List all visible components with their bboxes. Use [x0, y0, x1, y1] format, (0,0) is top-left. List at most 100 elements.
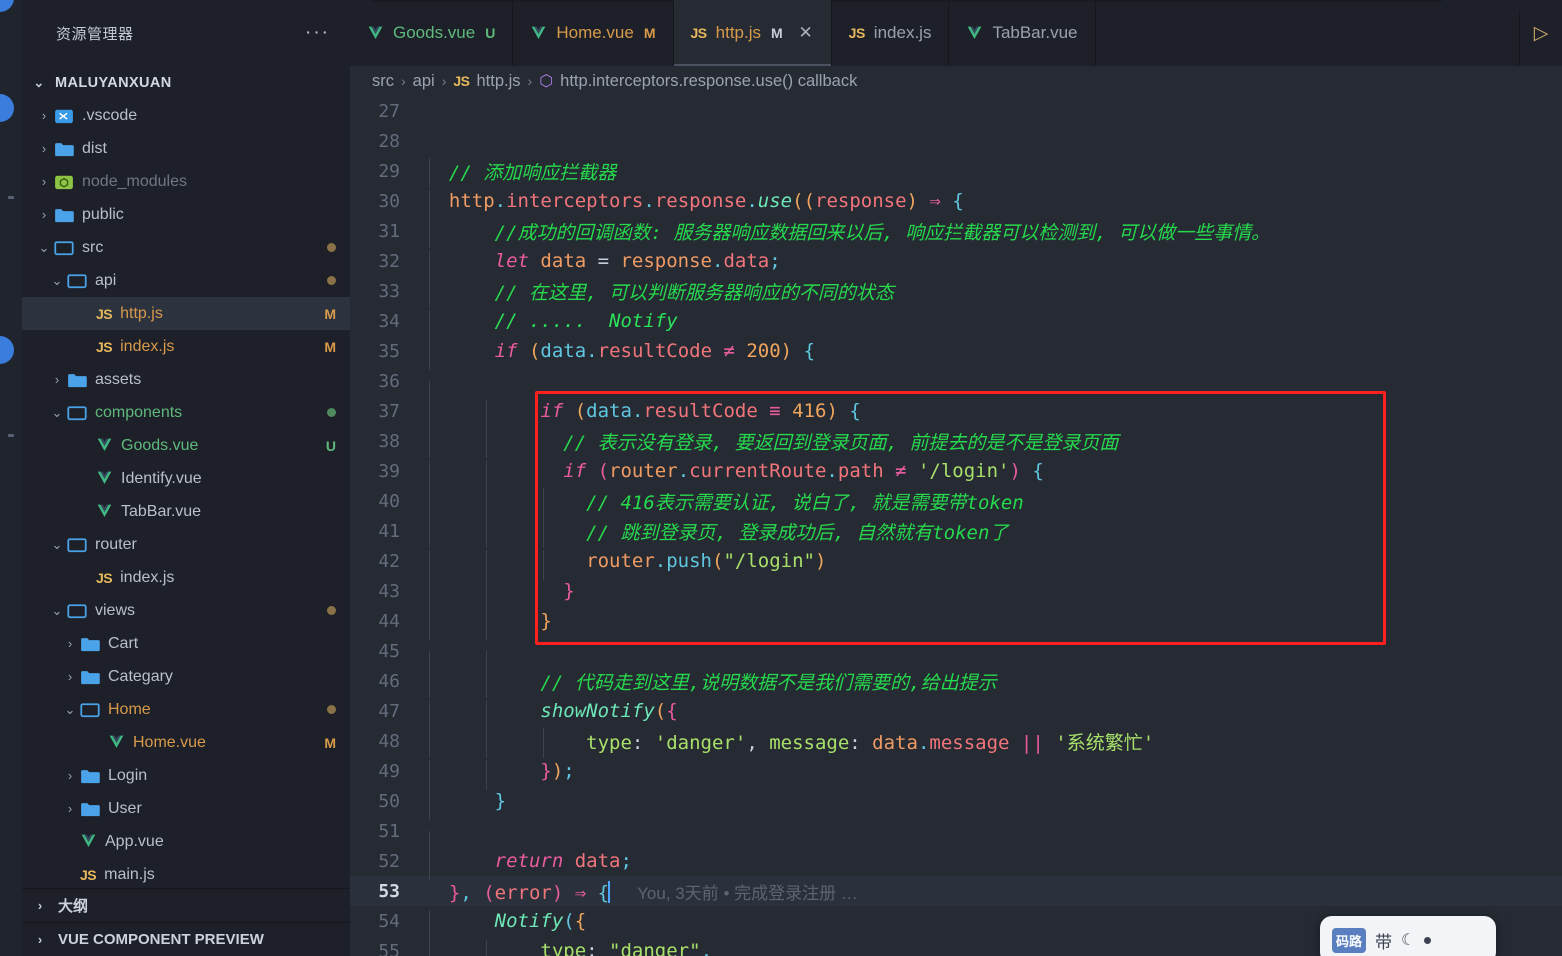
tree-item-public[interactable]: ›public — [22, 198, 350, 231]
indent-guide — [429, 158, 430, 188]
activity-badge-icon[interactable] — [0, 0, 14, 12]
code-line-48[interactable]: 48 type: 'danger', message: data.message… — [350, 726, 1562, 756]
chevron-right-icon[interactable]: › — [34, 141, 54, 156]
breadcrumb-part-0[interactable]: src — [372, 72, 394, 91]
tree-item-app-vue[interactable]: App.vue — [22, 825, 350, 858]
chevron-down-icon[interactable]: ⌄ — [47, 273, 67, 289]
tree-item-dist[interactable]: ›dist — [22, 132, 350, 165]
code-line-40[interactable]: 40 // 416表示需要认证, 说白了, 就是需要带token — [350, 486, 1562, 516]
code-line-51[interactable]: 51 — [350, 816, 1562, 846]
code-line-47[interactable]: 47 showNotify({ — [350, 696, 1562, 726]
breadcrumb-part-3[interactable]: http.interceptors.response.use() callbac… — [560, 72, 857, 91]
breadcrumb[interactable]: src›api›JShttp.js›⬡http.interceptors.res… — [350, 66, 1562, 96]
code-line-42[interactable]: 42 router.push("/login") — [350, 546, 1562, 576]
moon-icon[interactable]: ☾ — [1401, 930, 1415, 950]
code-line-33[interactable]: 33 // 在这里, 可以判断服务器响应的不同的状态 — [350, 276, 1562, 306]
tree-item--vscode[interactable]: ›.vscode — [22, 99, 350, 132]
tree-item-components[interactable]: ⌄components — [22, 396, 350, 429]
activity-badge-icon-3[interactable] — [0, 336, 14, 364]
editor-tab-index-js[interactable]: JSindex.js — [832, 0, 950, 66]
code-line-29[interactable]: 29 // 添加响应拦截器 — [350, 156, 1562, 186]
chevron-right-icon[interactable]: › — [30, 898, 50, 913]
chevron-right-icon[interactable]: › — [60, 768, 80, 783]
chevron-right-icon[interactable]: › — [34, 174, 54, 189]
tree-item-tabbar-vue[interactable]: TabBar.vue — [22, 495, 350, 528]
code-line-53[interactable]: 53 }, (error) ⇒ { You, 3天前 • 完成登录注册 … — [350, 876, 1562, 906]
breadcrumb-part-1[interactable]: api — [413, 72, 435, 91]
code-line-44[interactable]: 44 } — [350, 606, 1562, 636]
tree-item-views[interactable]: ⌄views — [22, 594, 350, 627]
sidebar-panel-vue-component-preview[interactable]: ›VUE COMPONENT PREVIEW — [22, 922, 350, 956]
code-line-28[interactable]: 28 — [350, 126, 1562, 156]
vue-icon — [530, 26, 547, 41]
chevron-right-icon[interactable]: › — [60, 669, 80, 684]
tree-item-login[interactable]: ›Login — [22, 759, 350, 792]
tree-item-index-js[interactable]: JSindex.jsM — [22, 330, 350, 363]
chevron-right-icon[interactable]: › — [30, 932, 50, 947]
code-line-39[interactable]: 39 if (router.currentRoute.path ≠ '/logi… — [350, 456, 1562, 486]
code-line-52[interactable]: 52 return data; — [350, 846, 1562, 876]
editor-tab-http-js[interactable]: JShttp.jsM✕ — [674, 0, 832, 66]
activity-bar[interactable] — [0, 66, 22, 956]
tree-item-main-js[interactable]: JSmain.js — [22, 858, 350, 888]
tree-item-user[interactable]: ›User — [22, 792, 350, 825]
activity-badge-icon-2[interactable] — [0, 94, 14, 122]
code-line-43[interactable]: 43 } — [350, 576, 1562, 606]
code-line-46[interactable]: 46 // 代码走到这里,说明数据不是我们需要的,给出提示 — [350, 666, 1562, 696]
tree-item-node_modules[interactable]: ›node_modules — [22, 165, 350, 198]
tree-item-cart[interactable]: ›Cart — [22, 627, 350, 660]
editor-tab-tabbar-vue[interactable]: TabBar.vue — [949, 0, 1095, 66]
explorer-more-actions-button[interactable]: ··· — [301, 28, 334, 38]
code-line-32[interactable]: 32 let data = response.data; — [350, 246, 1562, 276]
ime-dot-icon[interactable] — [1424, 937, 1431, 944]
line-number: 41 — [350, 521, 412, 542]
activity-tick-2-icon[interactable] — [8, 434, 14, 437]
chevron-right-icon[interactable]: › — [60, 636, 80, 651]
code-line-38[interactable]: 38 // 表示没有登录, 要返回到登录页面, 前提去的是不是登录页面 — [350, 426, 1562, 456]
vue-icon — [966, 26, 983, 41]
code-line-34[interactable]: 34 // ..... Notify — [350, 306, 1562, 336]
tree-item-index-js[interactable]: JSindex.js — [22, 561, 350, 594]
tree-item-categary[interactable]: ›Categary — [22, 660, 350, 693]
chevron-down-icon[interactable]: ⌄ — [30, 75, 48, 91]
tree-item-assets[interactable]: ›assets — [22, 363, 350, 396]
code-line-30[interactable]: 30 http.interceptors.response.use((respo… — [350, 186, 1562, 216]
tree-item-home[interactable]: ⌄Home — [22, 693, 350, 726]
editor-tab-goods-vue[interactable]: Goods.vueU — [350, 0, 513, 66]
activity-tick-1-icon[interactable] — [8, 196, 14, 199]
breadcrumb-part-2[interactable]: http.js — [477, 72, 521, 91]
tree-item-http-js[interactable]: JShttp.jsM — [22, 297, 350, 330]
sidebar-panel-大纲[interactable]: ›大纲 — [22, 888, 350, 922]
chevron-down-icon[interactable]: ⌄ — [47, 603, 67, 619]
code-line-50[interactable]: 50 } — [350, 786, 1562, 816]
chevron-right-icon[interactable]: › — [60, 801, 80, 816]
code-line-45[interactable]: 45 — [350, 636, 1562, 666]
code-line-41[interactable]: 41 // 跳到登录页, 登录成功后, 自然就有token了 — [350, 516, 1562, 546]
chevron-right-icon[interactable]: › — [34, 207, 54, 222]
tree-item-src[interactable]: ⌄src — [22, 231, 350, 264]
tree-item-api[interactable]: ⌄api — [22, 264, 350, 297]
code-viewport[interactable]: 272829 // 添加响应拦截器30 http.interceptors.re… — [350, 96, 1562, 956]
tree-item-goods-vue[interactable]: Goods.vueU — [22, 429, 350, 462]
workspace-root-row[interactable]: ⌄ MALUYANXUAN — [22, 66, 350, 99]
tree-item-home-vue[interactable]: Home.vueM — [22, 726, 350, 759]
code-line-31[interactable]: 31 //成功的回调函数: 服务器响应数据回来以后, 响应拦截器可以检测到, 可… — [350, 216, 1562, 246]
tree-item-identify-vue[interactable]: Identify.vue — [22, 462, 350, 495]
activity-bar-top[interactable] — [0, 0, 22, 66]
symbol-cube-icon: ⬡ — [539, 71, 553, 91]
chevron-right-icon[interactable]: › — [34, 108, 54, 123]
chevron-down-icon[interactable]: ⌄ — [47, 405, 67, 421]
chevron-down-icon[interactable]: ⌄ — [47, 537, 67, 553]
code-line-27[interactable]: 27 — [350, 96, 1562, 126]
close-icon[interactable]: ✕ — [798, 23, 814, 43]
tree-item-router[interactable]: ⌄router — [22, 528, 350, 561]
ime-input-widget[interactable]: 码路 带 ☾ — [1320, 916, 1496, 956]
chevron-down-icon[interactable]: ⌄ — [34, 240, 54, 256]
chevron-right-icon[interactable]: › — [47, 372, 67, 387]
code-line-49[interactable]: 49 }); — [350, 756, 1562, 786]
code-line-35[interactable]: 35 if (data.resultCode ≠ 200) { — [350, 336, 1562, 366]
editor-tab-home-vue[interactable]: Home.vueM — [513, 0, 673, 66]
code-line-36[interactable]: 36 — [350, 366, 1562, 396]
code-line-37[interactable]: 37 if (data.resultCode ≡ 416) { — [350, 396, 1562, 426]
chevron-down-icon[interactable]: ⌄ — [60, 702, 80, 718]
